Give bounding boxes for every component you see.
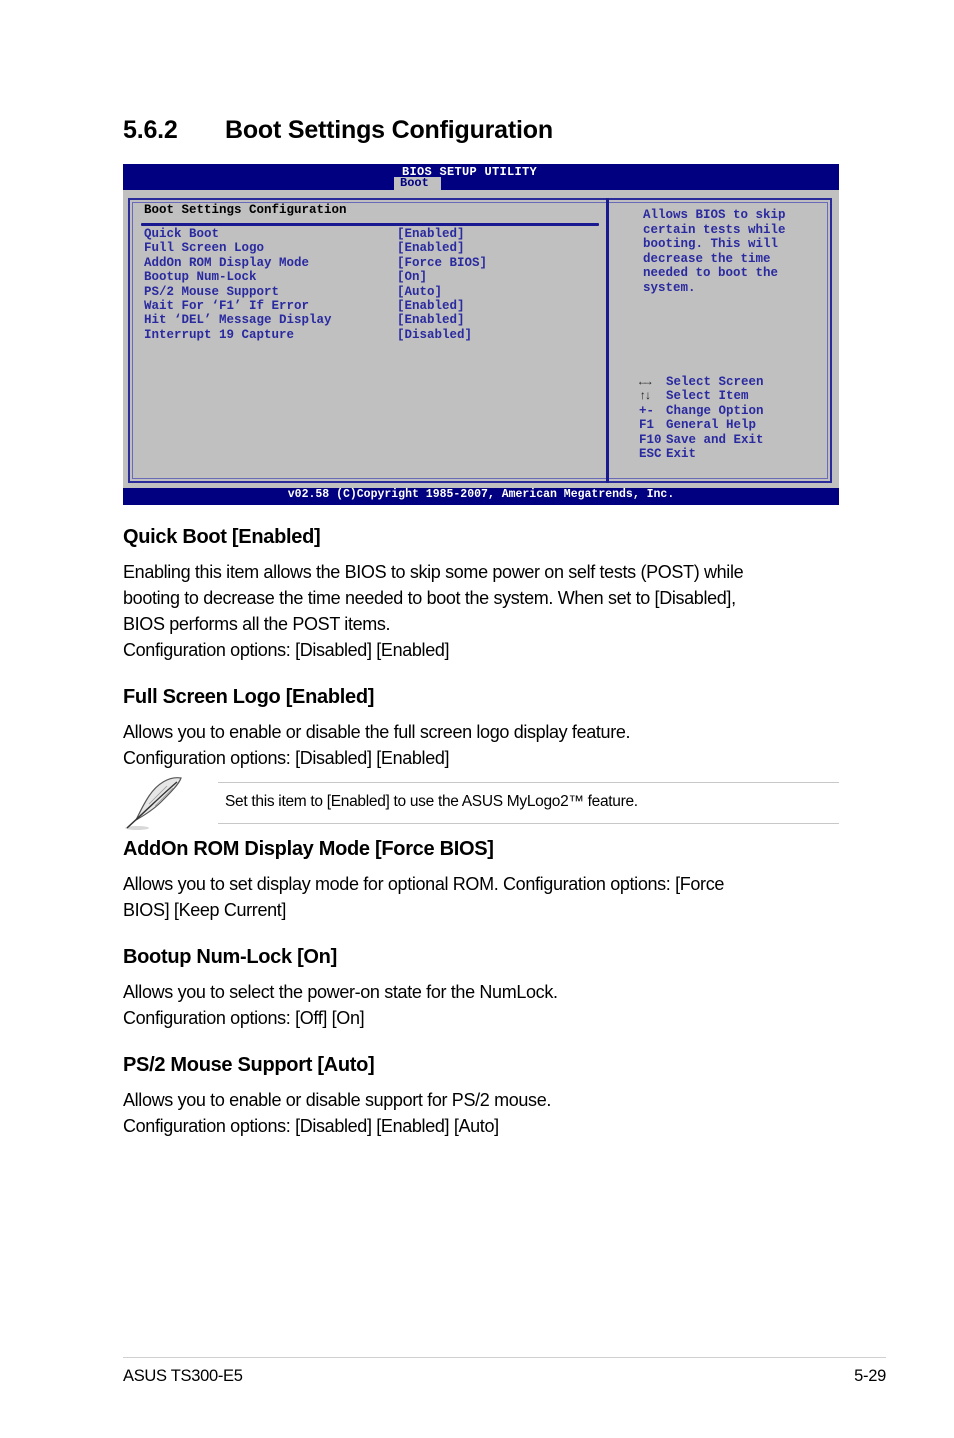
- bios-item-label: Quick Boot: [144, 227, 220, 241]
- key-label: F1: [639, 418, 655, 433]
- key-exit: ESC Exit: [639, 447, 764, 461]
- desc-ps2-mouse-support: Allows you to enable or disable support …: [123, 1087, 839, 1139]
- bios-body: Boot Settings Configuration Quick Boot [E…: [123, 190, 839, 488]
- heading-ps2-mouse-support: PS/2 Mouse Support [Auto]: [123, 1054, 375, 1076]
- desc-full-screen-logo: Allows you to enable or disable the full…: [123, 719, 839, 771]
- desc-line: Allows you to set display mode for optio…: [123, 874, 725, 894]
- bios-item-label: Full Screen Logo: [144, 241, 265, 256]
- heading-quick-boot: Quick Boot [Enabled]: [123, 526, 321, 548]
- bios-section-title: Boot Settings Configuration: [144, 203, 347, 217]
- bios-copyright: v02.58 (C)Copyright 1985-2007, American …: [287, 488, 675, 501]
- feather-pen-icon: [125, 777, 182, 830]
- key-action: Exit: [666, 447, 697, 462]
- key-action: Change Option: [666, 403, 764, 418]
- up-down-arrows-icon: ↑↓: [639, 389, 651, 404]
- left-right-arrows-icon: ←→: [639, 375, 651, 389]
- key-label: ESC: [639, 447, 662, 462]
- desc-bootup-num-lock: Allows you to select the power-on state …: [123, 979, 839, 1031]
- bios-item-value[interactable]: [Enabled]: [397, 241, 465, 255]
- bios-title-rule: [141, 223, 599, 226]
- bios-item-addon-rom-display-mode[interactable]: AddOn ROM Display Mode [Force BIOS]: [144, 256, 487, 270]
- bios-item-value[interactable]: [Enabled]: [397, 227, 465, 241]
- bios-tab-boot[interactable]: Boot: [394, 177, 441, 190]
- key-action: Select Item: [666, 389, 749, 404]
- key-action: Save and Exit: [666, 432, 764, 447]
- note-text: Set this item to [Enabled] to use the AS…: [225, 793, 638, 810]
- desc-line: BIOS performs all the POST items.: [123, 614, 391, 634]
- footer-page-number: 5-29: [854, 1367, 886, 1385]
- bios-item-bootup-num-lock[interactable]: Bootup Num-Lock [On]: [144, 270, 487, 284]
- key-action: General Help: [666, 418, 757, 433]
- bios-item-quick-boot[interactable]: Quick Boot [Enabled]: [144, 227, 487, 241]
- bios-key-legend: ←→ Select Screen ↑↓ Select Item +- Change O…: [639, 375, 764, 461]
- key-action: Select Screen: [666, 375, 764, 389]
- desc-line: Allows you to enable or disable the full…: [123, 722, 631, 742]
- bios-item-label: AddOn ROM Display Mode: [144, 255, 310, 270]
- key-save-exit: F10 Save and Exit: [639, 433, 764, 447]
- bios-item-label: PS/2 Mouse Support: [144, 284, 280, 299]
- desc-line: Configuration options: [Off] [On]: [123, 1008, 365, 1028]
- section-title: Boot Settings Configuration: [225, 116, 553, 144]
- bios-item-value[interactable]: [Force BIOS]: [397, 256, 487, 270]
- desc-line: Configuration options: [Disabled] [Enabl…: [123, 748, 450, 768]
- key-label: +-: [639, 403, 655, 418]
- bios-item-wait-for-f1[interactable]: Wait For ‘F1’ If Error [Enabled]: [144, 299, 487, 313]
- key-select-item: ↑↓ Select Item: [639, 389, 764, 403]
- desc-line: Allows you to enable or disable support …: [123, 1090, 551, 1110]
- bios-item-value[interactable]: [Auto]: [397, 285, 442, 299]
- bios-screenshot: BIOS SETUP UTILITY Boot Boot Settings Co…: [123, 164, 839, 505]
- key-general-help: F1 General Help: [639, 418, 764, 432]
- heading-full-screen-logo: Full Screen Logo [Enabled]: [123, 686, 375, 708]
- bios-item-label: Hit ‘DEL’ Message Display: [144, 313, 332, 328]
- desc-line: Enabling this item allows the BIOS to sk…: [123, 562, 744, 582]
- bios-item-value[interactable]: [Enabled]: [397, 299, 465, 313]
- footer-product: ASUS TS300-E5: [123, 1367, 243, 1385]
- desc-line: booting to decrease the time needed to b…: [123, 588, 736, 608]
- note-box: Set this item to [Enabled] to use the AS…: [218, 782, 839, 824]
- desc-line: Configuration options: [Disabled] [Enabl…: [123, 640, 450, 660]
- key-select-screen: ←→ Select Screen: [639, 375, 764, 389]
- bios-settings-list: Quick Boot [Enabled] Full Screen Logo [Ena…: [144, 227, 487, 342]
- note-callout: Set this item to [Enabled] to use the AS…: [123, 772, 839, 832]
- desc-line: Configuration options: [Disabled] [Enabl…: [123, 1116, 499, 1136]
- desc-quick-boot: Enabling this item allows the BIOS to sk…: [123, 559, 839, 663]
- bios-panel-divider: [606, 198, 609, 483]
- key-change-option: +- Change Option: [639, 404, 764, 418]
- bios-item-value[interactable]: [On]: [397, 270, 427, 284]
- bios-item-label: Interrupt 19 Capture: [144, 327, 295, 342]
- bios-help-text: Allows BIOS to skip certain tests while …: [643, 208, 786, 295]
- desc-line: BIOS] [Keep Current]: [123, 900, 287, 920]
- bios-item-label: Wait For ‘F1’ If Error: [144, 299, 310, 314]
- key-label: F10: [639, 432, 662, 447]
- page-title: 5.6.2 Boot Settings Configuration: [123, 116, 553, 145]
- bios-item-value[interactable]: [Enabled]: [397, 313, 465, 327]
- desc-addon-rom-display-mode: Allows you to set display mode for optio…: [123, 871, 839, 923]
- heading-bootup-num-lock: Bootup Num-Lock [On]: [123, 946, 337, 968]
- bios-item-value[interactable]: [Disabled]: [397, 328, 472, 342]
- bios-item-interrupt-19-capture[interactable]: Interrupt 19 Capture [Disabled]: [144, 328, 487, 342]
- footer-divider: [123, 1357, 886, 1358]
- bios-item-hit-del-message[interactable]: Hit ‘DEL’ Message Display [Enabled]: [144, 313, 487, 327]
- desc-line: Allows you to select the power-on state …: [123, 982, 558, 1002]
- section-number: 5.6.2: [123, 116, 178, 144]
- bios-item-ps2-mouse-support[interactable]: PS/2 Mouse Support [Auto]: [144, 285, 487, 299]
- bios-item-label: Bootup Num-Lock: [144, 270, 257, 285]
- heading-addon-rom-display-mode: AddOn ROM Display Mode [Force BIOS]: [123, 838, 494, 860]
- bios-item-full-screen-logo[interactable]: Full Screen Logo [Enabled]: [144, 241, 487, 255]
